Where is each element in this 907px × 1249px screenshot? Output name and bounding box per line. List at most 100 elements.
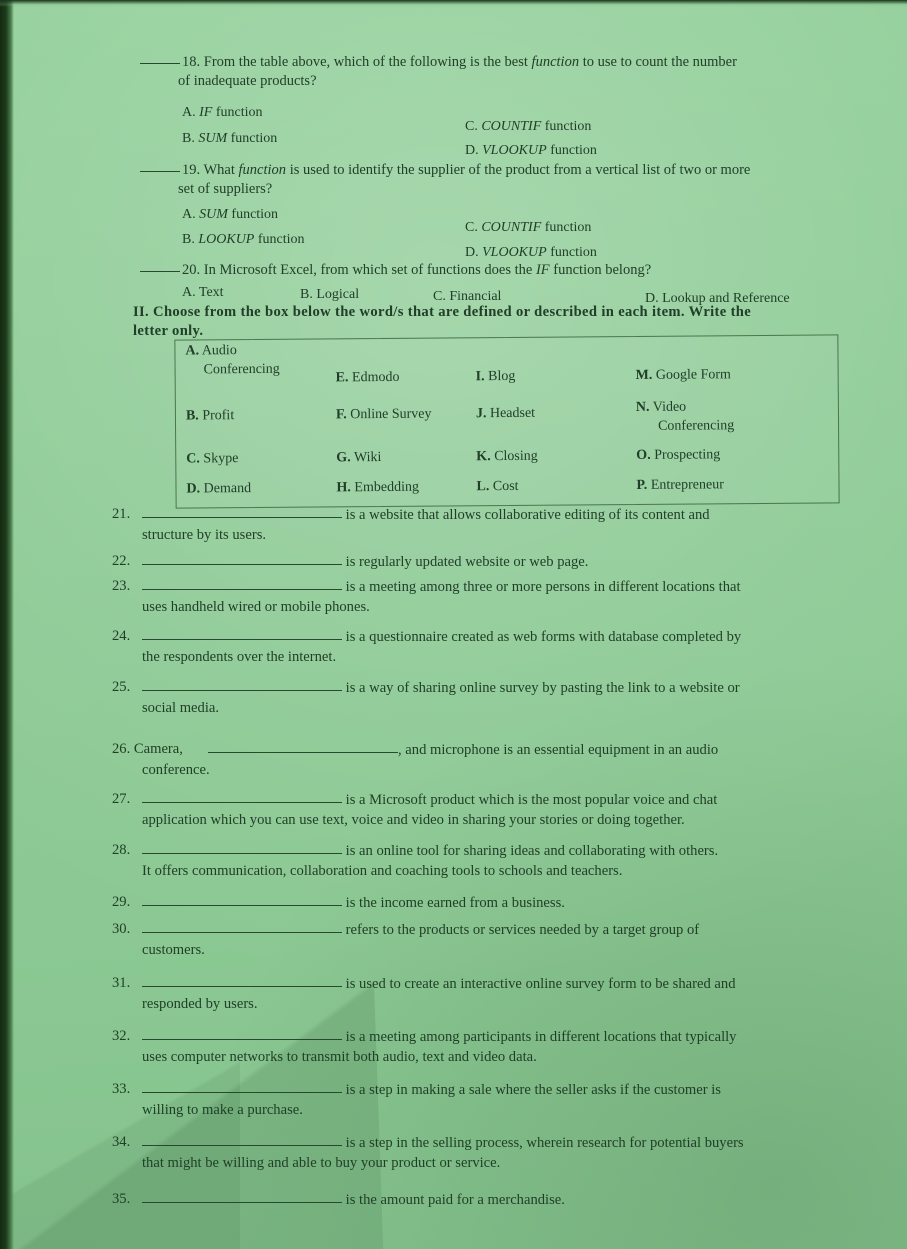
word-bank-entry-h[interactable]: H. Embedding xyxy=(336,479,419,499)
question-20-text-a: In Microsoft Excel, from which set of fu… xyxy=(203,262,533,278)
answer-blank-19[interactable] xyxy=(140,160,180,172)
choice-label: C. xyxy=(465,220,478,235)
answer-blank-22[interactable] xyxy=(142,552,342,565)
word-bank-entry-f[interactable]: F. Online Survey xyxy=(336,406,432,426)
question-20-choice-a[interactable]: A. Text xyxy=(182,285,224,301)
question-19-choice-a[interactable]: A. SUM function xyxy=(182,207,278,223)
answer-blank-28[interactable] xyxy=(142,841,342,854)
word-bank-entry-m[interactable]: M. Google Form xyxy=(636,366,731,386)
question-18-choice-d[interactable]: D. VLOOKUP function xyxy=(465,143,597,159)
word-bank-entry-k[interactable]: K. Closing xyxy=(476,448,538,467)
answer-blank-35[interactable] xyxy=(142,1190,342,1203)
item-number: 24. xyxy=(112,628,131,644)
choice-text: Financial xyxy=(449,289,502,304)
question-18-choice-b[interactable]: B. SUM function xyxy=(182,131,277,147)
entry-word: Cost xyxy=(492,478,519,495)
entry-letter: H. xyxy=(336,480,351,496)
question-19-text-a: What xyxy=(203,162,235,178)
choice-italic: LOOKUP xyxy=(198,232,255,247)
answer-blank-24[interactable] xyxy=(142,627,342,640)
word-bank-entry-n[interactable]: N. Video Conferencing xyxy=(636,398,734,437)
question-18-number: 18. xyxy=(182,54,201,70)
word-bank-entry-o[interactable]: O. Prospecting xyxy=(636,446,720,466)
entry-word: Headset xyxy=(489,405,536,422)
question-19-choice-c[interactable]: C. COUNTIF function xyxy=(465,220,591,236)
answer-blank-33[interactable] xyxy=(142,1080,342,1093)
item-number: 32. xyxy=(112,1028,131,1044)
item-number: 29. xyxy=(112,894,131,910)
answer-blank-25[interactable] xyxy=(142,678,342,691)
answer-blank-31[interactable] xyxy=(142,974,342,987)
word-bank-entry-l[interactable]: L. Cost xyxy=(476,478,518,497)
question-19-choice-d[interactable]: D. VLOOKUP function xyxy=(465,245,597,261)
choice-italic: VLOOKUP xyxy=(482,245,547,260)
word-bank-entry-p[interactable]: P. Entrepreneur xyxy=(636,476,724,496)
answer-blank-26[interactable] xyxy=(208,740,398,753)
choice-italic: IF xyxy=(199,105,213,120)
entry-word: Blog xyxy=(488,368,516,385)
answer-blank-21[interactable] xyxy=(142,505,342,518)
item-text-line1: is a way of sharing online survey by pas… xyxy=(345,680,740,696)
item-text-line2: uses handheld wired or mobile phones. xyxy=(142,598,370,615)
word-bank-entry-a[interactable]: A. Audio Conferencing xyxy=(185,342,279,381)
word-bank-entry-c[interactable]: C. Skype xyxy=(186,450,238,469)
choice-italic: COUNTIF xyxy=(481,119,542,134)
fill-in-item-30: 30. refers to the products or services n… xyxy=(112,920,902,960)
fill-in-item-26: 26. Camera, , and microphone is an essen… xyxy=(112,740,902,780)
answer-blank-30[interactable] xyxy=(142,920,342,933)
item-text-line2: willing to make a purchase. xyxy=(142,1101,303,1118)
entry-letter: F. xyxy=(335,407,347,423)
question-18-text-b: to use to count the number xyxy=(582,54,737,70)
word-bank-entry-i[interactable]: I. Blog xyxy=(476,368,516,387)
entry-word: Demand xyxy=(203,481,252,497)
answer-blank-18[interactable] xyxy=(140,52,180,64)
item-text-line2: social media. xyxy=(142,699,219,716)
choice-label: B. xyxy=(182,131,195,146)
answer-blank-27[interactable] xyxy=(142,790,342,803)
word-bank-entry-e[interactable]: E. Edmodo xyxy=(336,369,400,388)
item-text-line1: is a website that allows collaborative e… xyxy=(345,507,710,523)
entry-letter: N. xyxy=(635,399,650,415)
question-18-text-a: From the table above, which of the follo… xyxy=(203,54,528,70)
entry-word-cont: Conferencing xyxy=(657,418,735,434)
answer-blank-34[interactable] xyxy=(142,1133,342,1146)
word-bank-entry-j[interactable]: J. Headset xyxy=(476,405,535,424)
item-text-line1: is the income earned from a business. xyxy=(345,895,565,911)
item-text-line1: is a step in making a sale where the sel… xyxy=(345,1082,721,1098)
fill-in-item-21: 21. is a website that allows collaborati… xyxy=(112,505,902,545)
entry-letter: D. xyxy=(186,481,201,497)
fill-in-item-23: 23. is a meeting among three or more per… xyxy=(112,577,902,617)
answer-blank-32[interactable] xyxy=(142,1027,342,1040)
choice-italic: VLOOKUP xyxy=(482,143,547,158)
item-number: 26. Camera, xyxy=(112,741,183,757)
answer-blank-29[interactable] xyxy=(142,893,342,906)
word-bank-entry-b[interactable]: B. Profit xyxy=(186,407,234,426)
choice-text: function xyxy=(550,143,597,158)
entry-letter: E. xyxy=(335,370,349,386)
question-19: 19. What function is used to identify th… xyxy=(140,160,892,200)
question-20-choice-b[interactable]: B. Logical xyxy=(300,287,359,303)
word-bank-entry-d[interactable]: D. Demand xyxy=(186,480,251,499)
entry-word: Prospecting xyxy=(654,447,721,463)
entry-word: Video xyxy=(652,399,687,415)
item-number: 34. xyxy=(112,1134,131,1150)
entry-letter: P. xyxy=(636,477,648,493)
section-2-heading-line1: II. Choose from the box below the word/s… xyxy=(133,304,752,320)
question-18-choice-a[interactable]: A. IF function xyxy=(182,105,263,121)
entry-letter: B. xyxy=(185,408,199,424)
answer-blank-20[interactable] xyxy=(140,260,180,272)
choice-italic: SUM xyxy=(198,131,228,146)
fill-in-item-27: 27. is a Microsoft product which is the … xyxy=(112,790,902,830)
word-bank-entry-g[interactable]: G. Wiki xyxy=(336,449,381,468)
question-19-choice-b[interactable]: B. LOOKUP function xyxy=(182,232,305,248)
choice-label: B. xyxy=(182,232,195,247)
fill-in-item-28: 28. is an online tool for sharing ideas … xyxy=(112,841,902,881)
item-number: 25. xyxy=(112,679,131,695)
entry-letter: J. xyxy=(475,406,487,422)
question-18-choice-c[interactable]: C. COUNTIF function xyxy=(465,119,591,135)
question-19-text-b: is used to identify the supplier of the … xyxy=(289,162,751,178)
entry-word: Skype xyxy=(203,451,239,467)
answer-blank-23[interactable] xyxy=(142,577,342,590)
entry-word-cont: Conferencing xyxy=(203,361,280,378)
item-text-line1: is a meeting among participants in diffe… xyxy=(345,1029,737,1045)
